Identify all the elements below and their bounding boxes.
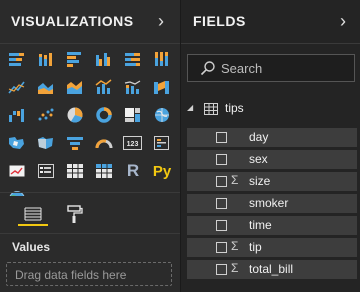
funnel-icon[interactable] xyxy=(64,132,86,154)
field-checkbox[interactable] xyxy=(216,220,227,231)
table-name: tips xyxy=(225,101,244,115)
table-icon[interactable] xyxy=(64,160,86,182)
100-stacked-column-chart-icon[interactable] xyxy=(151,48,173,70)
clustered-bar-chart-icon[interactable] xyxy=(64,48,86,70)
search-icon xyxy=(200,60,216,81)
field-checkbox[interactable] xyxy=(216,154,227,165)
line-and-column-chart-icon[interactable] xyxy=(93,76,115,98)
filled-map-icon[interactable] xyxy=(6,132,28,154)
field-name: tip xyxy=(249,240,262,254)
format-paint-roller-icon[interactable] xyxy=(62,202,86,226)
field-row-day[interactable]: day xyxy=(187,128,357,147)
waterfall-chart-icon[interactable] xyxy=(6,104,28,126)
area-chart-icon[interactable] xyxy=(35,76,57,98)
visualizations-collapse-chevron-right-icon[interactable]: › xyxy=(158,11,164,32)
field-row-sex[interactable]: sex xyxy=(187,150,357,169)
donut-chart-icon[interactable] xyxy=(93,104,115,126)
field-row-total-bill[interactable]: Σ total_bill xyxy=(187,260,357,279)
fields-title: FIELDS xyxy=(193,13,246,29)
values-well-label: Values xyxy=(12,240,51,254)
field-name: sex xyxy=(249,152,268,166)
field-checkbox[interactable] xyxy=(216,264,227,275)
field-name: total_bill xyxy=(249,262,294,276)
gauge-icon[interactable] xyxy=(93,132,115,154)
pie-chart-icon[interactable] xyxy=(64,104,86,126)
kpi-icon[interactable] xyxy=(6,160,28,182)
field-name: time xyxy=(249,218,272,232)
shape-map-icon[interactable] xyxy=(35,132,57,154)
scatter-chart-icon[interactable] xyxy=(35,104,57,126)
table-icon xyxy=(204,102,218,120)
sigma-icon: Σ xyxy=(231,261,239,275)
fields-pane: FIELDS › Search ◢ tips day sex Σ size sm… xyxy=(181,0,360,292)
clustered-column-chart-icon[interactable] xyxy=(93,48,115,70)
svg-text:123: 123 xyxy=(127,141,139,148)
matrix-icon[interactable] xyxy=(93,160,115,182)
fields-collapse-chevron-right-icon[interactable]: › xyxy=(340,11,346,32)
visualizations-header-divider xyxy=(0,43,180,44)
visualization-tabs xyxy=(0,196,180,232)
fields-tab-icon[interactable] xyxy=(21,202,45,226)
field-name: smoker xyxy=(249,196,289,210)
field-checkbox[interactable] xyxy=(216,176,227,187)
expand-caret-icon[interactable]: ◢ xyxy=(187,103,193,112)
treemap-icon[interactable] xyxy=(122,104,144,126)
stacked-bar-chart-icon[interactable] xyxy=(6,48,28,70)
values-drop-zone[interactable]: Drag data fields here xyxy=(6,262,172,286)
stacked-area-chart-icon[interactable] xyxy=(64,76,86,98)
field-name: size xyxy=(249,174,271,188)
python-visual-icon[interactable]: Py xyxy=(151,160,173,182)
field-checkbox[interactable] xyxy=(216,242,227,253)
visualizations-title: VISUALIZATIONS xyxy=(11,13,134,29)
100-stacked-bar-chart-icon[interactable] xyxy=(122,48,144,70)
search-placeholder: Search xyxy=(221,61,263,76)
field-row-time[interactable]: time xyxy=(187,216,357,235)
values-divider xyxy=(0,233,180,234)
map-icon[interactable] xyxy=(151,104,173,126)
visualizations-pane: VISUALIZATIONS › 123 R Py Values Drag da… xyxy=(0,0,180,292)
multi-row-card-icon[interactable] xyxy=(151,132,173,154)
field-name: day xyxy=(249,130,269,144)
tabs-top-divider xyxy=(0,192,180,193)
slicer-icon[interactable] xyxy=(35,160,57,182)
field-row-tip[interactable]: Σ tip xyxy=(187,238,357,257)
sigma-icon: Σ xyxy=(231,173,239,187)
field-row-size[interactable]: Σ size xyxy=(187,172,357,191)
fields-header-divider xyxy=(181,43,360,44)
sigma-icon: Σ xyxy=(231,239,239,253)
card-icon[interactable]: 123 xyxy=(122,132,144,154)
fields-search-input[interactable]: Search xyxy=(187,54,355,82)
ribbon-chart-icon[interactable] xyxy=(151,76,173,98)
r-visual-icon[interactable]: R xyxy=(122,160,144,182)
active-tab-indicator xyxy=(18,224,48,226)
line-and-stacked-column-chart-icon[interactable] xyxy=(122,76,144,98)
field-checkbox[interactable] xyxy=(216,132,227,143)
stacked-column-chart-icon[interactable] xyxy=(35,48,57,70)
field-checkbox[interactable] xyxy=(216,198,227,209)
line-chart-icon[interactable] xyxy=(6,76,28,98)
field-row-smoker[interactable]: smoker xyxy=(187,194,357,213)
